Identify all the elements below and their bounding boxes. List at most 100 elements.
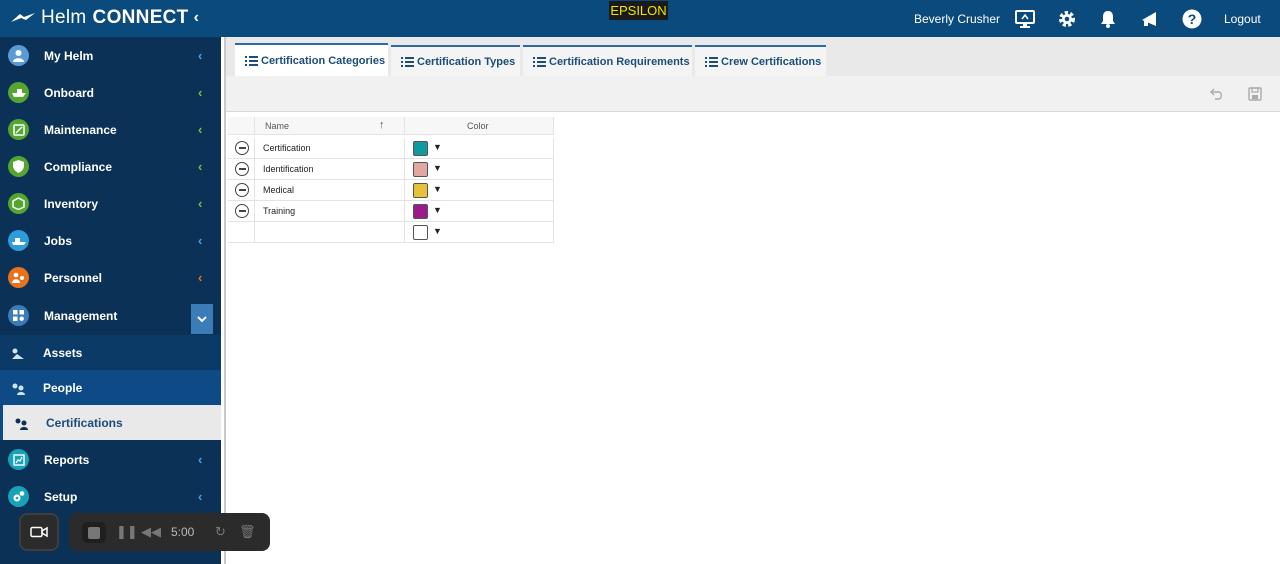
sidebar-subitem-certifications[interactable]: Certifications: [0, 405, 221, 440]
table-row[interactable]: Certification ▼: [228, 138, 554, 159]
chart-icon: [8, 449, 29, 470]
save-icon[interactable]: [1246, 85, 1264, 103]
column-divider: [553, 138, 554, 159]
sidebar-item-inventory[interactable]: Inventory ‹: [0, 185, 221, 222]
ship-icon: [8, 82, 29, 103]
sidebar-item-personnel[interactable]: Personnel ‹: [0, 259, 221, 296]
camera-button[interactable]: [19, 513, 59, 551]
tab-label: Certification Requirements: [549, 55, 690, 68]
column-divider: [254, 201, 255, 222]
assets-icon: [12, 348, 24, 359]
sidebar-item-label: Management: [44, 308, 118, 323]
bell-icon[interactable]: [1097, 8, 1119, 30]
column-header-color[interactable]: Color: [467, 121, 489, 131]
sidebar-item-my-helm[interactable]: My Helm ‹: [0, 37, 221, 74]
color-swatch[interactable]: [413, 225, 428, 240]
category-name-cell[interactable]: Training: [263, 206, 295, 216]
collapse-sidebar-icon[interactable]: ‹: [194, 9, 200, 27]
sidebar-item-jobs[interactable]: Jobs ‹: [0, 222, 221, 259]
table-row[interactable]: Identification ▼: [228, 159, 554, 180]
sidebar-subitem-assets[interactable]: Assets: [0, 335, 221, 370]
tab-label: Certification Types: [417, 55, 516, 68]
svg-text:?: ?: [1188, 11, 1197, 27]
column-divider: [404, 117, 405, 135]
question-icon[interactable]: ?: [1181, 8, 1203, 30]
list-icon: [401, 56, 414, 67]
category-name-cell[interactable]: Identification: [263, 164, 314, 174]
table-row[interactable]: Medical ▼: [228, 180, 554, 201]
environment-badge: EPSILON: [609, 1, 668, 20]
remove-row-icon[interactable]: [235, 183, 249, 197]
tab-certification-types[interactable]: Certification Types: [391, 45, 520, 76]
chevron-left-icon: ‹: [198, 85, 203, 100]
tab-bar: Certification Categories Certification T…: [226, 37, 1280, 76]
pause-icon[interactable]: ❚❚: [116, 524, 138, 540]
top-bar: Helm CONNECT ‹ EPSILON Beverly Crusher ?…: [0, 0, 1280, 37]
sidebar-item-setup[interactable]: Setup ‹: [0, 478, 221, 515]
color-dropdown-icon[interactable]: ▼: [433, 184, 442, 194]
gears-icon: [8, 486, 29, 507]
color-swatch[interactable]: [413, 204, 428, 219]
category-name-cell[interactable]: Certification: [263, 143, 311, 153]
chevron-left-icon: ‹: [198, 48, 203, 63]
tab-label: Certification Categories: [261, 54, 386, 67]
stop-recording-button[interactable]: [82, 522, 106, 543]
remove-row-icon[interactable]: [235, 204, 249, 218]
remove-row-icon[interactable]: [235, 162, 249, 176]
sidebar: My Helm ‹ Onboard ‹ Maintenance ‹ Compli…: [0, 37, 221, 564]
remove-row-icon[interactable]: [235, 141, 249, 155]
chevron-down-icon[interactable]: [191, 304, 213, 334]
wrench-icon: [8, 119, 29, 140]
monitor-help-icon[interactable]: [1014, 8, 1036, 30]
color-swatch[interactable]: [413, 183, 428, 198]
sidebar-item-compliance[interactable]: Compliance ‹: [0, 148, 221, 185]
brand-name-light: Helm: [41, 7, 87, 28]
sidebar-item-maintenance[interactable]: Maintenance ‹: [0, 111, 221, 148]
chevron-left-icon: ‹: [198, 452, 203, 467]
sidebar-item-label: Reports: [44, 452, 90, 467]
megaphone-icon[interactable]: [1139, 8, 1161, 30]
column-divider: [553, 222, 554, 243]
grid-header: Name ↑ Color: [228, 117, 554, 135]
logout-link[interactable]: Logout: [1224, 12, 1261, 26]
restart-icon[interactable]: ↻: [215, 524, 226, 540]
column-divider: [254, 138, 255, 159]
list-icon: [245, 55, 258, 66]
gear-icon[interactable]: [1056, 8, 1078, 30]
sort-ascending-icon[interactable]: ↑: [379, 119, 385, 131]
tab-certification-categories[interactable]: Certification Categories: [235, 43, 388, 76]
app-brand[interactable]: Helm CONNECT ‹: [10, 7, 199, 29]
sidebar-item-management[interactable]: Management: [0, 297, 221, 334]
color-swatch[interactable]: [413, 162, 428, 177]
table-row-new[interactable]: ▼: [228, 222, 554, 243]
tab-label: Crew Certifications: [721, 55, 822, 68]
column-divider: [553, 201, 554, 222]
color-dropdown-icon[interactable]: ▼: [433, 163, 442, 173]
tab-certification-requirements[interactable]: Certification Requirements: [523, 45, 692, 76]
tab-crew-certifications[interactable]: Crew Certifications: [695, 45, 826, 76]
rewind-icon[interactable]: ◀◀: [141, 524, 161, 540]
camera-icon: [30, 526, 48, 538]
helm-logo-icon: [11, 13, 35, 22]
user-name[interactable]: Beverly Crusher: [914, 12, 1000, 26]
color-dropdown-icon[interactable]: ▼: [433, 205, 442, 215]
sidebar-subitem-people[interactable]: People: [0, 370, 221, 405]
undo-icon[interactable]: [1208, 85, 1226, 103]
box-icon: [8, 193, 29, 214]
toolbar: [226, 76, 1280, 112]
color-dropdown-icon[interactable]: ▼: [433, 142, 442, 152]
color-swatch[interactable]: [413, 141, 428, 156]
table-row[interactable]: Training ▼: [228, 201, 554, 222]
column-divider: [254, 117, 255, 135]
sidebar-item-reports[interactable]: Reports ‹: [0, 441, 221, 478]
category-name-cell[interactable]: Medical: [263, 185, 294, 195]
column-divider: [404, 201, 405, 222]
trash-icon[interactable]: 🗑: [239, 524, 256, 540]
column-divider: [254, 222, 255, 243]
column-divider: [404, 138, 405, 159]
sidebar-item-onboard[interactable]: Onboard ‹: [0, 74, 221, 111]
list-icon: [705, 56, 718, 67]
chevron-left-icon: ‹: [198, 196, 203, 211]
color-dropdown-icon[interactable]: ▼: [433, 226, 442, 236]
column-header-name[interactable]: Name: [265, 121, 289, 131]
